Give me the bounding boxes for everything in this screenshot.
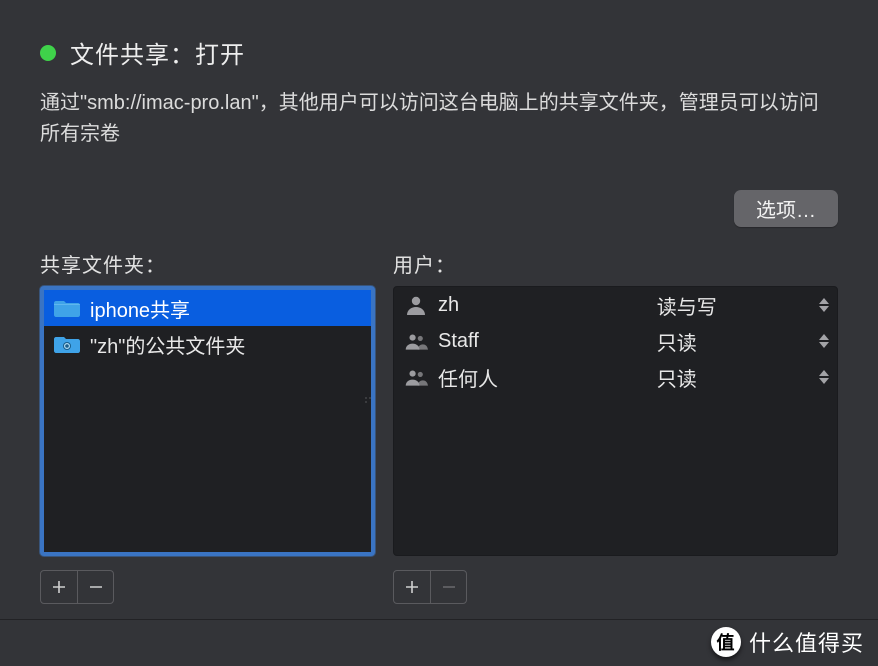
folder-icon: [54, 298, 80, 318]
user-name: zh: [438, 294, 459, 317]
user-row[interactable]: 任何人: [394, 359, 649, 395]
status-indicator: [40, 45, 56, 61]
remove-user-button: [430, 571, 466, 603]
watermark-text: 什么值得买: [749, 626, 864, 658]
permission-select[interactable]: 只读: [649, 359, 837, 395]
group-icon: [404, 367, 428, 387]
remove-folder-button[interactable]: [77, 571, 113, 603]
user-name: Staff: [438, 330, 479, 353]
folder-row[interactable]: iphone共享: [44, 290, 371, 326]
users-add-remove: [393, 570, 467, 604]
permission-select[interactable]: 只读: [649, 323, 837, 359]
folder-icon: [54, 334, 80, 354]
add-user-button[interactable]: [394, 571, 430, 603]
page-title: 文件共享：打开: [70, 35, 245, 70]
permission-value: 只读: [657, 327, 697, 356]
permission-value: 只读: [657, 363, 697, 392]
watermark: 值 什么值得买: [711, 626, 864, 658]
user-row[interactable]: zh: [394, 287, 649, 323]
permission-value: 读与写: [657, 291, 717, 320]
chevron-updown-icon: [819, 370, 829, 384]
divider: [0, 619, 878, 620]
folder-name: iphone共享: [90, 294, 190, 323]
folder-row[interactable]: "zh"的公共文件夹: [44, 326, 371, 362]
sharing-description: 通过"smb://imac-pro.lan"，其他用户可以访问这台电脑上的共享文…: [40, 88, 838, 150]
chevron-updown-icon: [819, 334, 829, 348]
user-row[interactable]: Staff: [394, 323, 649, 359]
user-icon: [404, 295, 428, 315]
folders-label: 共享文件夹：: [40, 249, 375, 278]
group-icon: [404, 331, 428, 351]
chevron-updown-icon: [819, 298, 829, 312]
shared-folders-list[interactable]: iphone共享 "zh"的公共文件夹: [40, 286, 375, 556]
add-folder-button[interactable]: [41, 571, 77, 603]
permission-select[interactable]: 读与写: [649, 287, 837, 323]
watermark-badge-icon: 值: [711, 627, 741, 657]
users-list[interactable]: zh Staff 任何人 读与写: [393, 286, 838, 556]
user-name: 任何人: [438, 363, 498, 392]
users-label: 用户：: [393, 249, 838, 278]
options-button[interactable]: 选项…: [734, 190, 838, 227]
folder-name: "zh"的公共文件夹: [90, 330, 245, 359]
folders-add-remove: [40, 570, 114, 604]
